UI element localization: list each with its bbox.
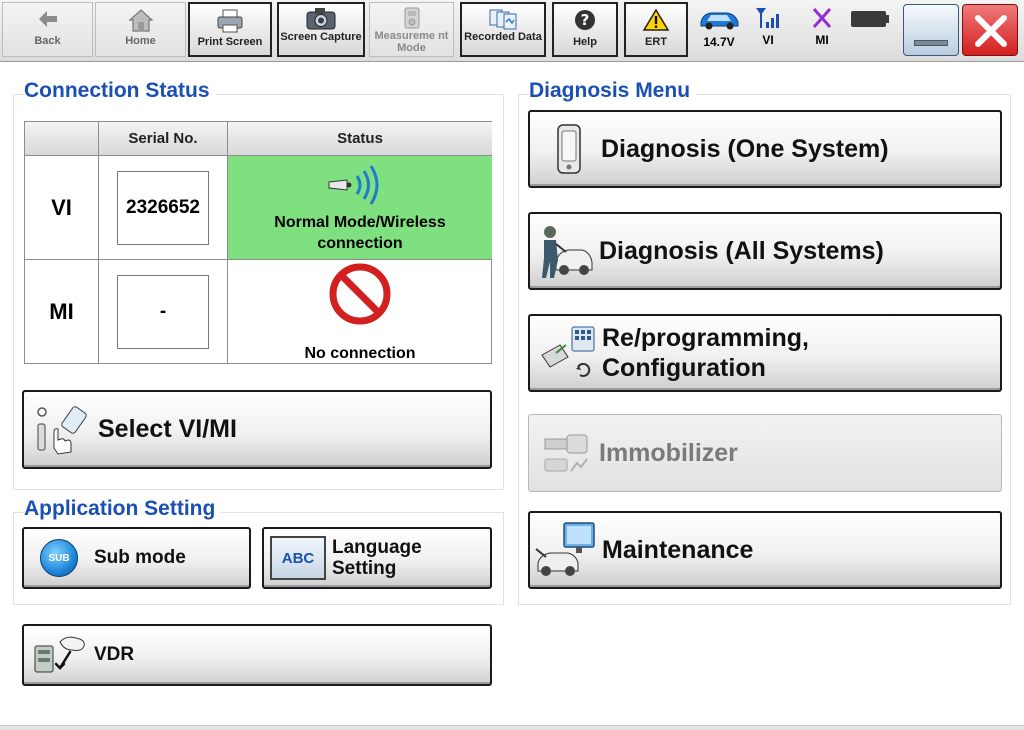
back-arrow-icon [3, 7, 92, 35]
vi-status-indicator: VI [752, 6, 784, 47]
table-header-blank [25, 122, 99, 156]
wireless-connection-icon [325, 163, 395, 212]
mi-status-text: No connection [304, 345, 416, 362]
mi-serial-value: - [117, 275, 209, 349]
row-label-mi: MI [25, 260, 99, 364]
immobilizer-button[interactable]: Immobilizer [528, 414, 1002, 492]
printer-icon [190, 8, 270, 36]
diagnosis-one-system-button[interactable]: Diagnosis (One System) [528, 110, 1002, 188]
ecu-module-icon [554, 122, 584, 176]
language-setting-label: Language Setting [332, 537, 422, 579]
table-header-serial: Serial No. [99, 122, 228, 156]
back-button[interactable]: Back [2, 2, 93, 57]
antenna-signal-icon [753, 8, 783, 33]
maintenance-label: Maintenance [602, 535, 754, 564]
measurement-mode-button[interactable]: Measureme nt Mode [369, 2, 454, 57]
vdr-label: VDR [94, 644, 135, 665]
battery-voltage-indicator: 14.7V [696, 6, 742, 49]
reprogramming-configuration-button[interactable]: Re/programming, Configuration [528, 314, 1002, 392]
reprogramming-configuration-label: Re/programming, Configuration [602, 324, 809, 382]
camera-icon [279, 7, 363, 31]
sub-mode-label: Sub mode [94, 547, 186, 568]
diagnosis-all-systems-button[interactable]: Diagnosis (All Systems) [528, 212, 1002, 290]
vdr-recorder-icon [32, 632, 90, 678]
sub-mode-button[interactable]: SUB Sub mode [22, 527, 251, 589]
diagnosis-all-systems-label: Diagnosis (All Systems) [599, 236, 884, 265]
maintenance-button[interactable]: Maintenance [528, 511, 1002, 589]
help-icon: ? [554, 8, 616, 36]
vdr-button[interactable]: VDR [22, 624, 492, 686]
close-button[interactable] [962, 4, 1018, 56]
connection-status-title: Connection Status [24, 79, 216, 103]
minimize-button[interactable] [903, 4, 959, 56]
maintenance-monitor-car-icon [534, 519, 598, 581]
screen-capture-button[interactable]: Screen Capture [277, 2, 365, 57]
sub-mode-badge-icon: SUB [40, 539, 78, 577]
reprogramming-icon [536, 323, 600, 383]
no-connection-icon [328, 262, 392, 331]
home-icon [96, 7, 185, 35]
help-button[interactable]: ? Help [552, 2, 618, 57]
select-device-hand-icon [30, 402, 92, 458]
table-header-status: Status [228, 122, 492, 156]
immobilizer-label: Immobilizer [599, 438, 738, 467]
home-button[interactable]: Home [95, 2, 186, 57]
select-vi-mi-label: Select VI/MI [98, 415, 237, 443]
recorded-data-button[interactable]: Recorded Data [460, 2, 546, 57]
mi-serial-cell: - [99, 260, 228, 364]
vi-status-text: Normal Mode/Wireless connection [274, 214, 446, 252]
svg-text:?: ? [581, 11, 590, 29]
vi-serial-cell: 2326652 [99, 156, 228, 260]
ert-button[interactable]: ERT [624, 2, 688, 57]
print-screen-button[interactable]: Print Screen [188, 2, 272, 57]
key-immobilizer-icon [537, 425, 593, 481]
car-icon [697, 12, 741, 33]
minimize-icon [914, 40, 948, 46]
close-icon [972, 12, 1010, 55]
language-setting-button[interactable]: ABC Language Setting [262, 527, 492, 589]
recorded-data-icon [462, 7, 544, 31]
toolbar: Back Home Print Screen Screen Capture Me… [0, 0, 1024, 62]
connection-table: Serial No. Status VI 2326652 Normal Mode… [24, 121, 492, 364]
abc-language-icon: ABC [270, 536, 326, 580]
bottom-status-strip [0, 725, 1024, 730]
vi-status-cell: Normal Mode/Wireless connection [228, 156, 492, 260]
select-vi-mi-button[interactable]: Select VI/MI [22, 390, 492, 469]
warning-icon [626, 8, 686, 36]
battery-icon [850, 10, 890, 28]
row-label-vi: VI [25, 156, 99, 260]
mi-status-indicator: MI [806, 6, 838, 47]
mi-status-cell: No connection [228, 260, 492, 364]
application-setting-title: Application Setting [24, 497, 222, 521]
diagnosis-one-system-label: Diagnosis (One System) [601, 134, 889, 163]
diagnosis-menu-title: Diagnosis Menu [529, 79, 697, 103]
mechanic-car-icon [538, 222, 594, 280]
meter-icon [370, 6, 453, 30]
disconnected-x-icon [810, 8, 834, 33]
vi-serial-value: 2326652 [117, 170, 209, 245]
